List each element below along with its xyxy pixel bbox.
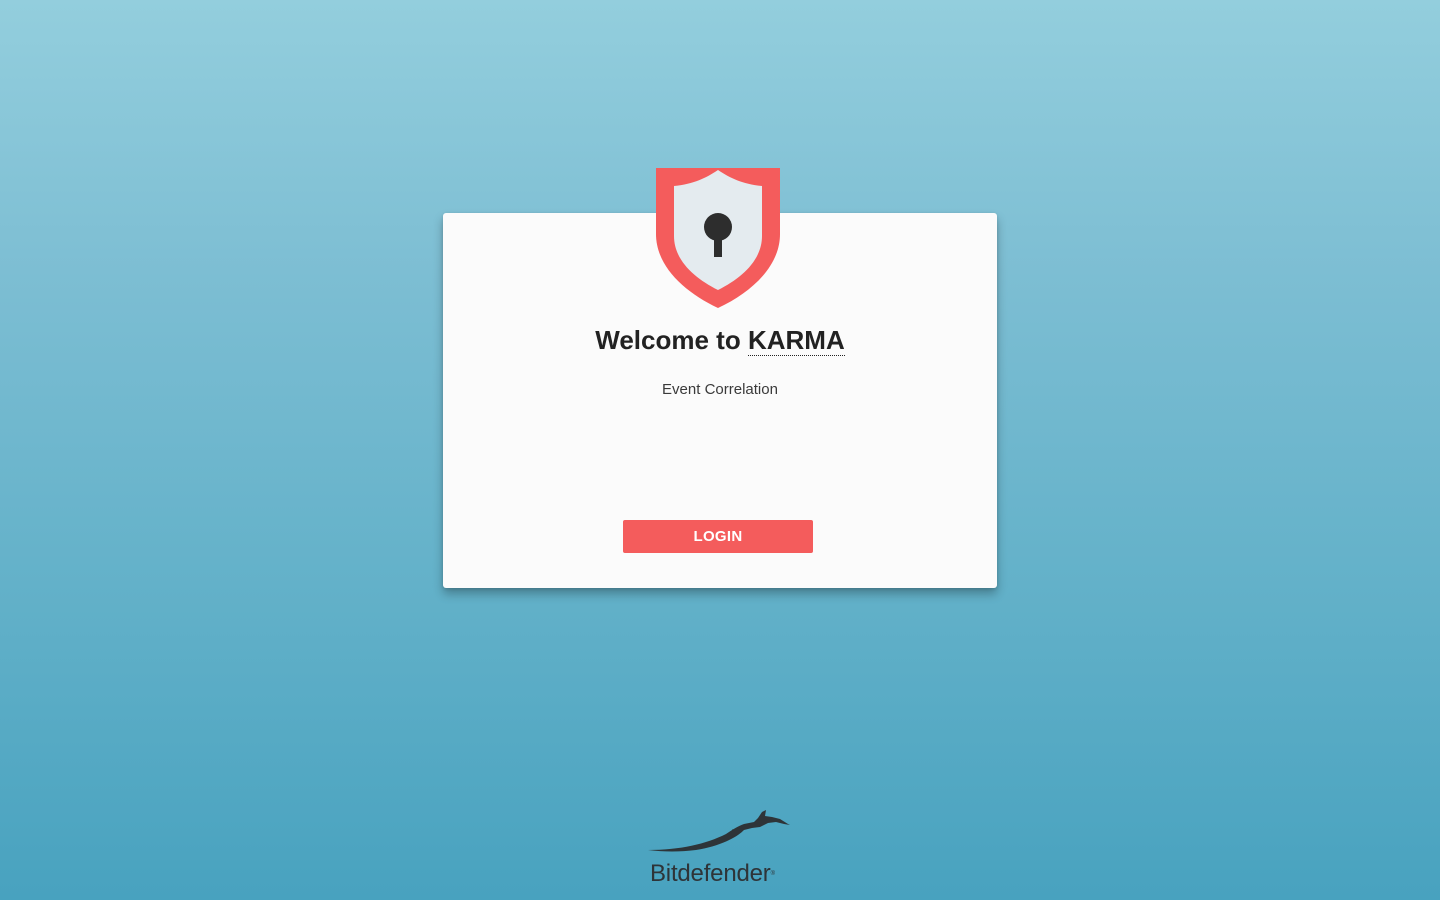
login-button[interactable]: LOGIN xyxy=(623,520,813,553)
bitdefender-wordmark: Bitdefender® xyxy=(650,860,775,888)
product-name: KARMA xyxy=(747,325,845,356)
brand-name: Bitdefender xyxy=(650,860,771,887)
brand-trademark: ® xyxy=(770,871,775,877)
shield-keyhole-icon xyxy=(656,168,780,308)
bitdefender-wolf-logo xyxy=(648,810,790,852)
page-subtitle: Event Correlation xyxy=(662,381,778,398)
title-prefix: Welcome to xyxy=(595,325,741,355)
bitdefender-brand: Bitdefender® xyxy=(640,806,800,892)
page-title: Welcome to KARMA xyxy=(443,323,997,357)
